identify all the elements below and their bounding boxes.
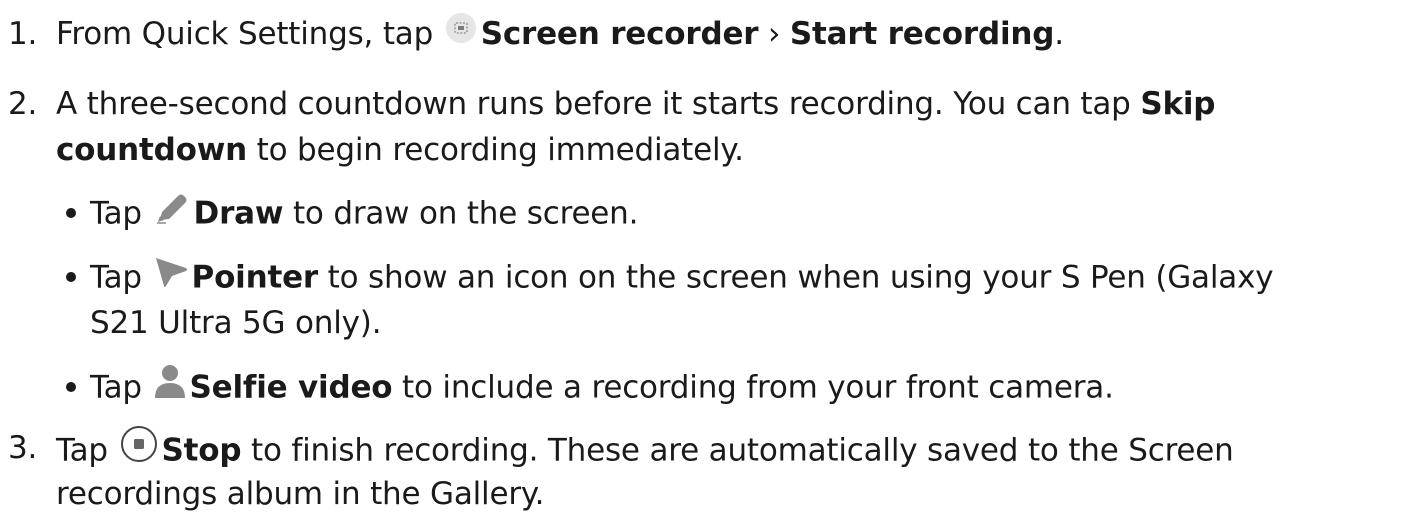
bullet-dot: [66, 208, 76, 218]
step-number: 3.: [8, 430, 38, 466]
screen-recorder-label: Screen recorder: [480, 16, 759, 52]
bullet-dot: [66, 272, 76, 282]
skip-label: Skip: [1140, 86, 1216, 122]
step-text: A three-second countdown runs before it …: [56, 86, 1141, 122]
stop-icon: [120, 425, 158, 473]
draw-icon: [154, 190, 190, 234]
bullet-dot: [66, 382, 76, 392]
chevron-separator: ›: [758, 16, 790, 52]
screen-recorder-icon: [445, 12, 477, 54]
stop-label: Stop: [161, 432, 242, 469]
countdown-label: countdown: [56, 132, 248, 168]
draw-label: Draw: [193, 195, 284, 232]
instructions-document: 1. From Quick Settings, tap Screen recor…: [0, 0, 1409, 519]
step-text: to begin recording immediately.: [247, 132, 744, 168]
pointer-icon: [154, 254, 188, 298]
selfie-video-label: Selfie video: [189, 369, 393, 406]
pointer-label: Pointer: [191, 259, 319, 296]
step-number: 2.: [8, 86, 38, 122]
start-recording-label: Start recording: [789, 16, 1055, 52]
selfie-video-icon: [154, 364, 186, 408]
step-text: From Quick Settings, tap: [56, 16, 443, 52]
step-number: 1.: [8, 16, 38, 52]
